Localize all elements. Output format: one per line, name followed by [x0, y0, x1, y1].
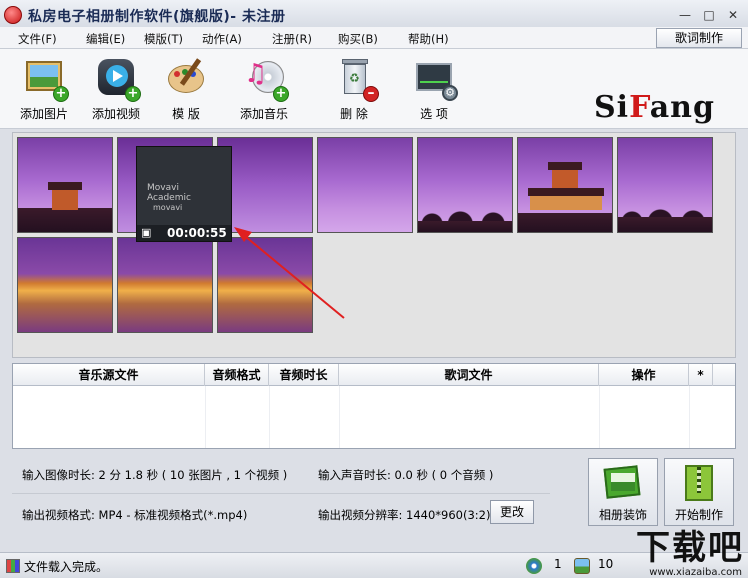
decorate-icon [603, 465, 643, 501]
input-audio-duration: 输入声音时长: 0.0 秒 ( 0 个音频 ) [318, 468, 494, 482]
music-table: 音乐源文件 音频格式 音频时长 歌词文件 操作 * [12, 363, 736, 449]
album-decorate-button[interactable]: 相册装饰 [588, 458, 658, 526]
col-audio-duration[interactable]: 音频时长 [269, 364, 339, 386]
output-video-resolution: 输出视频分辨率: 1440*960(3:2) [318, 508, 491, 522]
input-image-duration: 输入图像时长: 2 分 1.8 秒 ( 10 张图片 , 1 个视频 ) [22, 468, 288, 482]
audio-count-icon [526, 558, 542, 574]
status-text: 文件载入完成。 [24, 560, 109, 574]
col-star[interactable]: * [689, 364, 713, 386]
col-operation[interactable]: 操作 [599, 364, 689, 386]
status-chart-icon [6, 559, 20, 573]
col-lyric-file[interactable]: 歌词文件 [339, 364, 599, 386]
col-music-source[interactable]: 音乐源文件 [13, 364, 205, 386]
image-count-icon [574, 558, 590, 574]
music-table-header: 音乐源文件 音频格式 音频时长 歌词文件 操作 * [13, 364, 735, 386]
audio-count: 1 [554, 557, 562, 571]
site-watermark: 下载吧 www.xiazaiba.com [636, 528, 744, 578]
output-video-format: 输出视频格式: MP4 - 标准视频格式(*.mp4) [22, 508, 248, 522]
change-button[interactable]: 更改 [490, 500, 534, 524]
col-audio-format[interactable]: 音频格式 [205, 364, 269, 386]
zip-icon [679, 465, 719, 501]
start-make-button[interactable]: 开始制作 [664, 458, 734, 526]
